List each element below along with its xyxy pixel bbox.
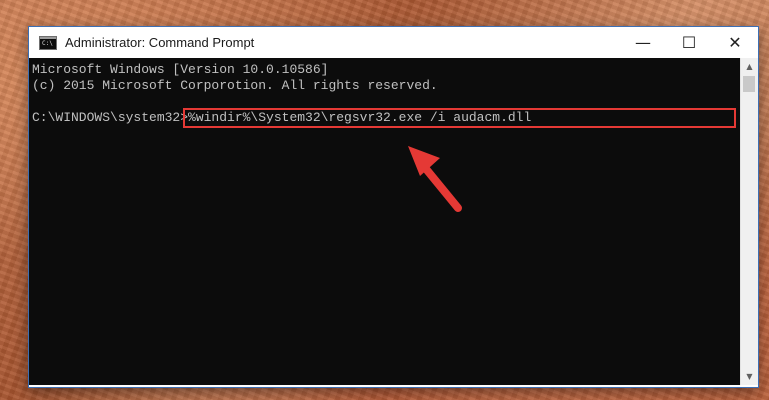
scroll-up-icon[interactable]: ▲ xyxy=(741,58,758,75)
command-prompt-window[interactable]: C:\ Administrator: Command Prompt — ☐ ✕ … xyxy=(28,26,759,388)
console-output[interactable]: Microsoft Windows [Version 10.0.10586] (… xyxy=(29,58,740,385)
cmd-icon: C:\ xyxy=(39,35,57,50)
scroll-thumb[interactable] xyxy=(743,76,755,92)
vertical-scrollbar[interactable]: ▲ ▼ xyxy=(740,58,758,385)
title-bar[interactable]: C:\ Administrator: Command Prompt — ☐ ✕ xyxy=(29,27,758,58)
window-title: Administrator: Command Prompt xyxy=(65,35,255,50)
minimize-button[interactable]: — xyxy=(620,27,666,58)
scroll-down-icon[interactable]: ▼ xyxy=(741,368,758,385)
version-line: Microsoft Windows [Version 10.0.10586] xyxy=(32,62,329,77)
pointer-arrow-icon xyxy=(408,146,462,212)
close-button[interactable]: ✕ xyxy=(712,27,758,58)
copyright-line: (c) 2015 Microsoft Corporotion. All righ… xyxy=(32,78,438,93)
caption-buttons: — ☐ ✕ xyxy=(620,27,758,58)
maximize-button[interactable]: ☐ xyxy=(666,27,712,58)
command-highlight-box xyxy=(183,108,736,128)
